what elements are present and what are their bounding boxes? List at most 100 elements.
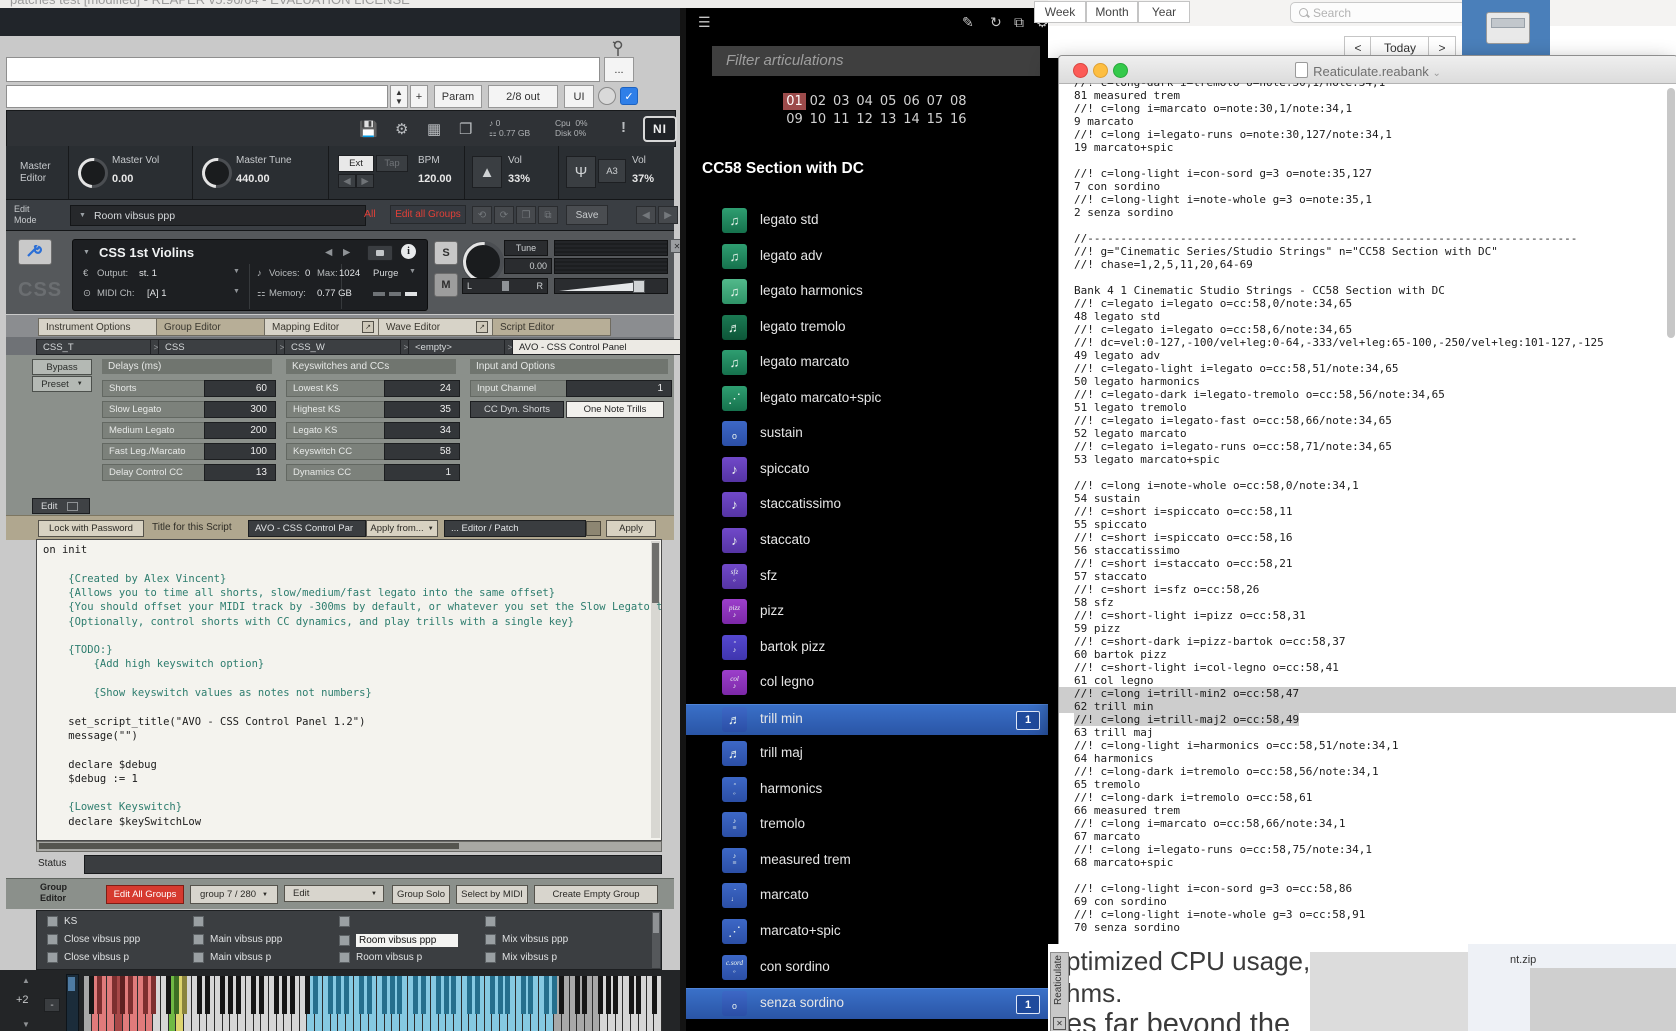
black-key[interactable] xyxy=(143,976,149,1014)
next-patch-icon[interactable]: ▶ xyxy=(343,247,350,258)
cc-dyn-shorts-button[interactable]: CC Dyn. Shorts xyxy=(470,401,564,418)
param-value[interactable]: 1 xyxy=(566,380,672,397)
group-item[interactable]: KS xyxy=(47,916,77,927)
black-key[interactable] xyxy=(451,976,457,1014)
group-item[interactable]: Close vibsus p xyxy=(47,952,129,963)
tab-mapping-editor[interactable]: Mapping Editor ↗ xyxy=(264,318,379,336)
black-key[interactable] xyxy=(366,976,372,1014)
param-value[interactable]: 34 xyxy=(384,422,460,439)
black-key[interactable] xyxy=(551,976,557,1014)
black-key[interactable] xyxy=(181,976,187,1014)
black-key[interactable] xyxy=(651,976,657,1014)
group-item[interactable] xyxy=(193,916,204,927)
apply-checkbox[interactable] xyxy=(586,521,601,536)
black-key[interactable] xyxy=(582,976,588,1014)
group-select-dropdown[interactable]: group 7 / 280 ▼ xyxy=(190,885,278,904)
black-key[interactable] xyxy=(420,976,426,1014)
undo-icon[interactable]: ⟲ xyxy=(472,206,492,224)
tab-group-editor[interactable]: Group Editor xyxy=(156,318,265,336)
group-item[interactable]: Room vibsus ppp xyxy=(339,934,459,947)
group-checkbox[interactable] xyxy=(485,934,496,945)
midi-channel-01[interactable]: 01 xyxy=(783,93,806,110)
solo-button[interactable]: S xyxy=(434,241,458,265)
code-hscrollbar[interactable] xyxy=(36,841,662,852)
tuning-fork-icon[interactable]: Ψ xyxy=(566,156,596,188)
master-vol-knob[interactable] xyxy=(78,158,108,188)
articulation-row[interactable]: ♫ legato harmonics xyxy=(686,277,1048,307)
articulation-row[interactable]: sfz ₒ sfz xyxy=(686,562,1048,592)
param-value[interactable]: 24 xyxy=(384,380,460,397)
midi-dropdown-icon[interactable]: ▼ xyxy=(233,288,240,295)
articulation-row[interactable]: ♬ legato tremolo xyxy=(686,313,1048,343)
master-tune-value[interactable]: 440.00 xyxy=(236,173,270,185)
select-by-midi-button[interactable]: Select by MIDI xyxy=(456,885,528,904)
preset-plus-button[interactable]: + xyxy=(410,85,428,108)
black-key[interactable] xyxy=(112,976,118,1014)
script-title-field[interactable]: AVO - CSS Control Par xyxy=(248,520,366,537)
lock-with-password-button[interactable]: Lock with Password xyxy=(38,520,144,537)
popout-icon[interactable]: ↗ xyxy=(362,321,374,333)
midi-ch-value[interactable]: [A] 1 xyxy=(147,288,167,299)
articulation-row[interactable]: ♫ legato marcato xyxy=(686,348,1048,378)
prev-patch-icon[interactable]: ◀ xyxy=(325,247,332,258)
script-tab-1[interactable]: CSS_T xyxy=(36,339,156,355)
black-key[interactable] xyxy=(613,976,619,1014)
black-key[interactable] xyxy=(559,976,565,1014)
midi-channel-10[interactable]: 10 xyxy=(806,111,829,128)
purge-button[interactable]: Purge xyxy=(373,268,398,279)
param-value[interactable]: 1 xyxy=(384,464,460,481)
articulation-row[interactable]: ♬ trill maj xyxy=(686,739,1048,769)
menu-icon[interactable]: ☰ xyxy=(698,14,711,31)
master-vol-value[interactable]: 0.00 xyxy=(112,173,133,185)
black-key[interactable] xyxy=(281,976,287,1014)
create-empty-group-button[interactable]: Create Empty Group xyxy=(534,885,658,904)
patch-dropdown[interactable]: ▼ Room vibsus ppp xyxy=(70,205,366,226)
calendar-tab-month[interactable]: Month xyxy=(1086,1,1138,23)
midi-channel-04[interactable]: 04 xyxy=(853,93,876,110)
layout-icon[interactable]: ▦ xyxy=(427,120,441,138)
articulation-row[interactable]: ♪ spiccato xyxy=(686,455,1048,485)
group-checkbox[interactable] xyxy=(193,934,204,945)
black-key[interactable] xyxy=(335,976,341,1014)
edit-tab[interactable]: Edit xyxy=(32,498,90,514)
bypass-button[interactable]: Bypass xyxy=(32,359,92,375)
metro-vol-value[interactable]: 33% xyxy=(508,173,530,185)
next-instrument-icon[interactable]: ▶ xyxy=(658,206,678,224)
black-key[interactable] xyxy=(543,976,549,1014)
disk-drive-icon[interactable] xyxy=(1486,12,1530,44)
param-value[interactable]: 200 xyxy=(204,422,276,439)
tap-button[interactable]: Tap xyxy=(376,155,408,172)
octave-up-icon[interactable]: ▲ xyxy=(22,976,30,985)
black-key[interactable] xyxy=(150,976,156,1014)
pan-slider[interactable]: L R xyxy=(462,278,548,294)
ref-vol-value[interactable]: 37% xyxy=(632,173,654,185)
save-button[interactable]: Save xyxy=(566,205,608,225)
ui-button[interactable]: UI xyxy=(564,85,594,108)
group-item[interactable] xyxy=(339,916,350,927)
tab-script-editor[interactable]: Script Editor xyxy=(492,318,611,336)
edit-all-groups-button[interactable]: Edit all Groups xyxy=(390,205,466,224)
snapshot-camera-icon[interactable] xyxy=(367,245,393,261)
alert-icon[interactable]: ! xyxy=(621,119,626,136)
black-key[interactable] xyxy=(173,976,179,1014)
all-groups-toggle[interactable]: All xyxy=(364,208,376,220)
mute-button[interactable]: M xyxy=(434,273,458,297)
midi-channel-09[interactable]: 09 xyxy=(783,111,806,128)
midi-channel-08[interactable]: 08 xyxy=(947,93,970,110)
search-input[interactable]: Search xyxy=(1290,2,1466,23)
copy-icon[interactable]: ❐ xyxy=(516,206,536,224)
group-checkbox[interactable] xyxy=(339,916,350,927)
black-key[interactable] xyxy=(220,976,226,1014)
black-key[interactable] xyxy=(358,976,364,1014)
black-key[interactable] xyxy=(235,976,241,1014)
group-item[interactable]: Main vibsus ppp xyxy=(193,934,282,945)
black-key[interactable] xyxy=(397,976,403,1014)
redo-icon[interactable]: ⟳ xyxy=(494,206,514,224)
editor-patch-field[interactable]: ... Editor / Patch xyxy=(444,520,586,537)
fx-name-field[interactable] xyxy=(6,57,600,82)
param-value[interactable]: 300 xyxy=(204,401,276,418)
save-icon[interactable]: 💾 xyxy=(359,120,378,138)
black-key[interactable] xyxy=(597,976,603,1014)
midi-channel-13[interactable]: 13 xyxy=(877,111,900,128)
script-tab-3[interactable]: CSS_W xyxy=(284,339,406,355)
